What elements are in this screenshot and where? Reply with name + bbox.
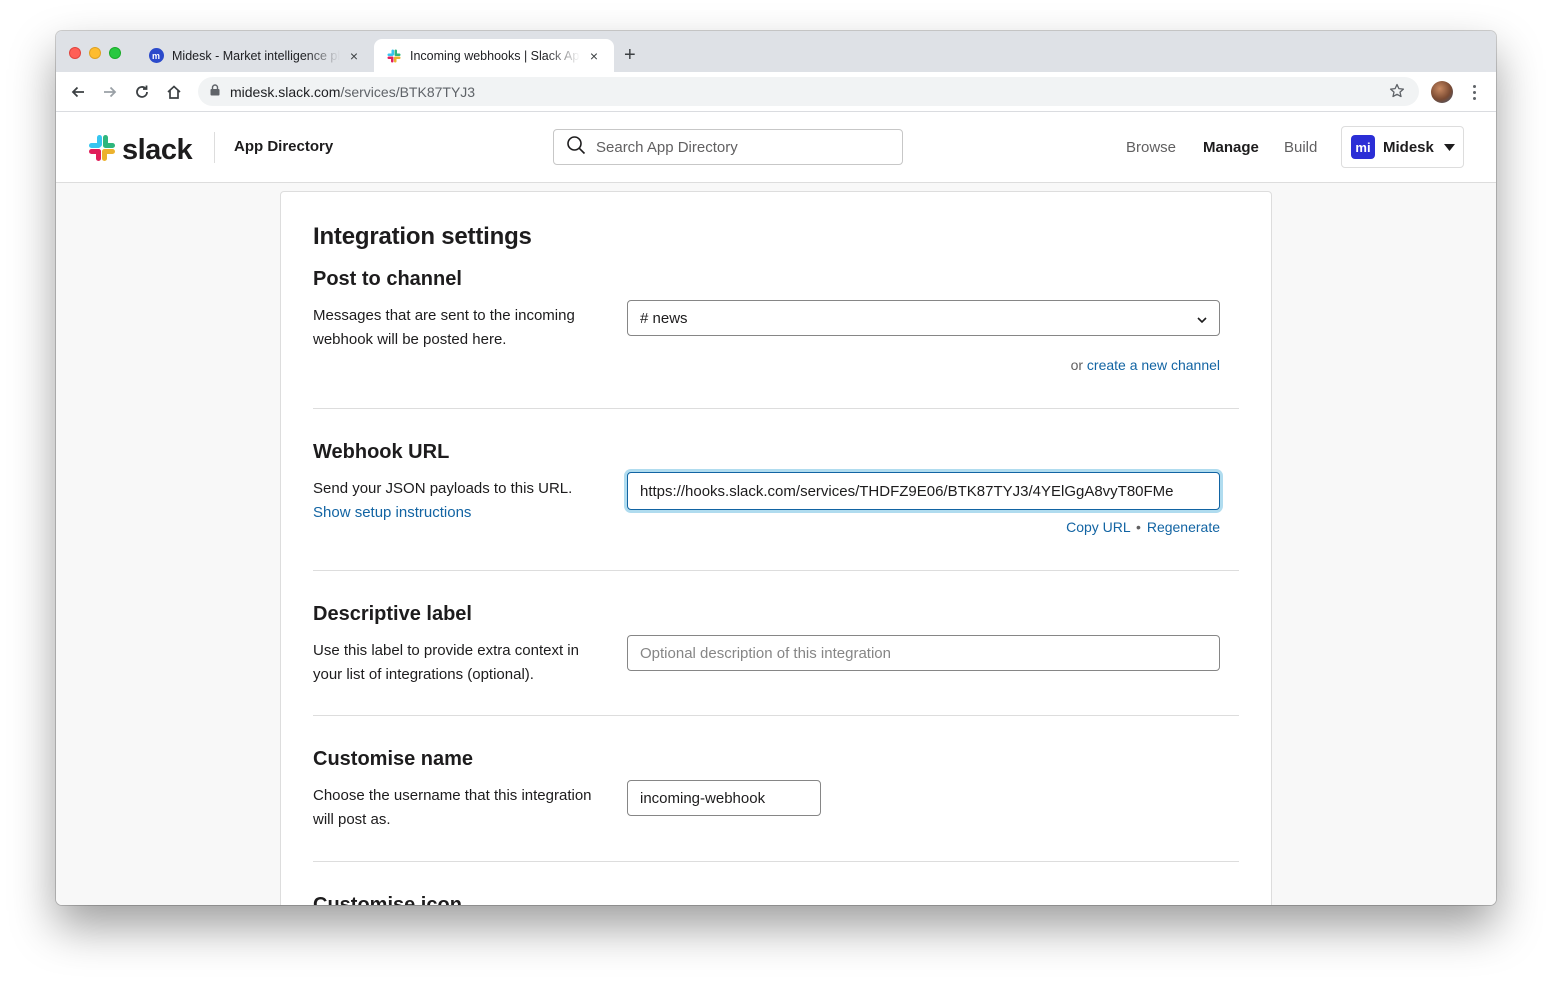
- slack-favicon-icon: [386, 48, 402, 64]
- section-divider: [313, 570, 1239, 571]
- section-title: Descriptive label: [313, 603, 472, 625]
- caret-down-icon: [1443, 138, 1455, 156]
- copy-url-link[interactable]: Copy URL: [1066, 519, 1130, 535]
- channel-select[interactable]: # news: [627, 300, 1220, 336]
- url-host: midesk.slack.com: [230, 83, 341, 100]
- browser-menu-icon[interactable]: [1466, 81, 1482, 103]
- customise-name-section: Customise name Choose the username that …: [313, 748, 1239, 848]
- close-window-button[interactable]: [69, 47, 81, 59]
- slack-logo-icon: [88, 134, 116, 167]
- section-description: Use this label to provide extra context …: [313, 642, 579, 683]
- section-title: Post to channel: [313, 268, 462, 290]
- minimize-window-button[interactable]: [89, 47, 101, 59]
- post-to-channel-section: Post to channel Messages that are sent t…: [313, 268, 1239, 398]
- selected-channel: # news: [640, 309, 688, 327]
- profile-avatar[interactable]: [1431, 81, 1453, 103]
- section-title: Customise icon: [313, 894, 462, 905]
- workspace-logo: mi: [1351, 135, 1375, 159]
- helper-prefix: or: [1070, 357, 1084, 373]
- tab-close-icon[interactable]: ×: [586, 48, 602, 64]
- slack-header: slack App Directory Browse Manage Build …: [56, 112, 1496, 183]
- tab-title: Incoming webhooks | Slack App Directory: [410, 48, 580, 63]
- workspace-switcher[interactable]: mi Midesk: [1341, 126, 1464, 168]
- maximize-window-button[interactable]: [109, 47, 121, 59]
- home-icon[interactable]: [163, 81, 185, 103]
- nav-browse[interactable]: Browse: [1126, 139, 1176, 156]
- back-arrow-icon[interactable]: [67, 81, 89, 103]
- slack-wordmark: slack: [122, 134, 193, 166]
- midesk-favicon-icon: m: [148, 48, 164, 64]
- lock-icon: [210, 83, 220, 101]
- search-input[interactable]: [596, 138, 886, 156]
- main-content: Integration settings Post to channel Mes…: [56, 184, 1496, 905]
- section-divider: [313, 715, 1239, 716]
- app-directory-link[interactable]: App Directory: [234, 138, 333, 155]
- integration-settings-card: Integration settings Post to channel Mes…: [280, 191, 1272, 905]
- browser-tab-midesk[interactable]: m Midesk - Market intelligence platform …: [136, 39, 374, 72]
- separator-dot: •: [1136, 519, 1141, 535]
- section-divider: [313, 861, 1239, 862]
- slack-logo[interactable]: slack: [88, 134, 193, 167]
- section-description: Messages that are sent to the incoming w…: [313, 307, 575, 348]
- tab-close-icon[interactable]: ×: [346, 48, 362, 64]
- tab-title: Midesk - Market intelligence platform: [172, 48, 340, 63]
- workspace-name: Midesk: [1383, 138, 1434, 156]
- nav-build[interactable]: Build: [1284, 139, 1317, 156]
- customise-icon-section: Customise icon: [313, 894, 1239, 905]
- reload-icon[interactable]: [131, 81, 153, 103]
- nav-manage[interactable]: Manage: [1203, 139, 1259, 156]
- webhook-url-section: Webhook URL Send your JSON payloads to t…: [313, 441, 1239, 551]
- regenerate-link[interactable]: Regenerate: [1147, 519, 1220, 535]
- create-channel-helper: or create a new channel: [1071, 357, 1220, 373]
- section-title: Webhook URL: [313, 441, 450, 463]
- section-description: Send your JSON payloads to this URL. Sho…: [313, 477, 603, 525]
- webhook-description-text: Send your JSON payloads to this URL.: [313, 480, 573, 497]
- header-divider: [214, 132, 215, 163]
- show-setup-instructions-link[interactable]: Show setup instructions: [313, 504, 471, 521]
- descriptive-label-section: Descriptive label Use this label to prov…: [313, 603, 1239, 703]
- url-path: /services/BTK87TYJ3: [340, 83, 476, 100]
- address-bar[interactable]: midesk.slack.com/services/BTK87TYJ3: [198, 77, 1419, 106]
- webhook-actions: Copy URL • Regenerate: [1066, 519, 1220, 535]
- section-title: Customise name: [313, 748, 474, 770]
- search-icon: [566, 135, 586, 160]
- browser-toolbar: midesk.slack.com/services/BTK87TYJ3: [56, 72, 1496, 112]
- bookmark-star-icon[interactable]: [1389, 83, 1405, 104]
- create-channel-link[interactable]: create a new channel: [1087, 357, 1220, 373]
- section-divider: [313, 408, 1239, 409]
- descriptive-label-input[interactable]: [627, 635, 1220, 671]
- app-directory-search[interactable]: [553, 129, 903, 165]
- tab-strip: m Midesk - Market intelligence platform …: [56, 31, 1496, 72]
- new-tab-button[interactable]: +: [624, 44, 636, 66]
- username-input[interactable]: [627, 780, 821, 816]
- browser-window: m Midesk - Market intelligence platform …: [56, 31, 1496, 905]
- webhook-url-field[interactable]: [627, 472, 1220, 510]
- browser-tab-slack[interactable]: Incoming webhooks | Slack App Directory …: [374, 39, 614, 72]
- section-description: Choose the username that this integratio…: [313, 787, 592, 828]
- chevron-down-icon: [1197, 310, 1207, 327]
- forward-arrow-icon[interactable]: [99, 81, 121, 103]
- page-title: Integration settings: [313, 223, 532, 250]
